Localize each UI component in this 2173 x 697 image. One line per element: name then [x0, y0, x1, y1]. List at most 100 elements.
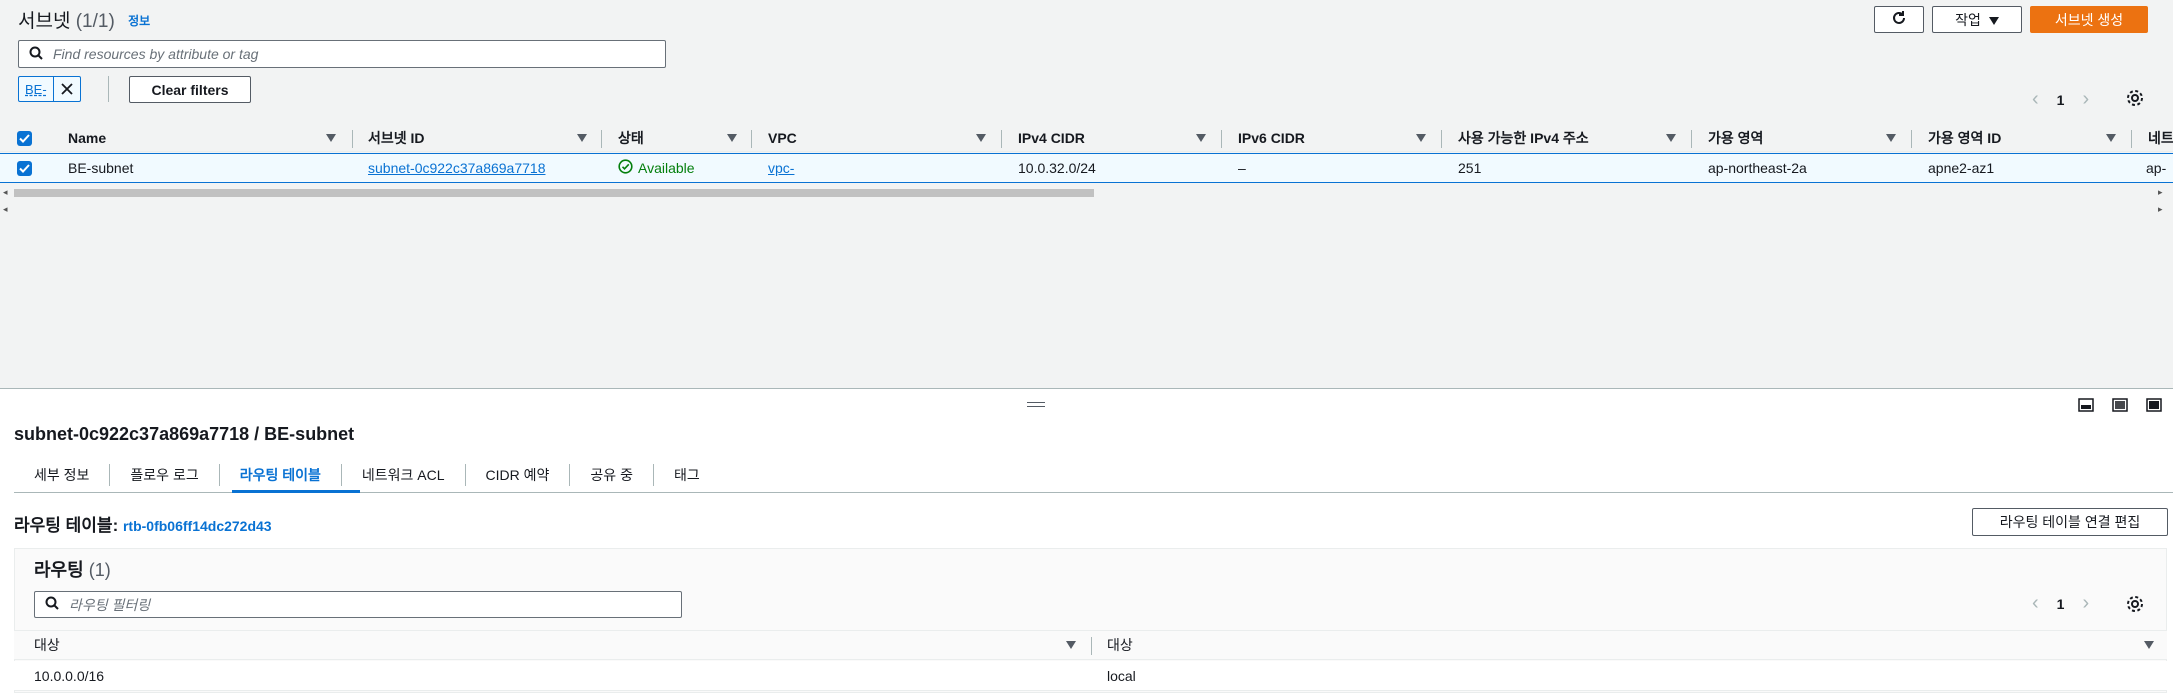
next-page-icon[interactable]: › [2082, 592, 2089, 615]
cell-target: local [1107, 668, 1136, 684]
cell-ipv6-cidr: – [1238, 160, 1246, 176]
prev-page-icon[interactable]: ‹ [2032, 88, 2039, 111]
selection-count: (1/1) [75, 11, 115, 32]
column-separator[interactable] [1091, 637, 1092, 655]
refresh-icon [1891, 10, 1907, 29]
clear-filters-button[interactable]: Clear filters [129, 76, 251, 103]
column-header-subnet-id[interactable]: 서브넷 ID [368, 124, 425, 152]
column-header-ipv4-cidr[interactable]: IPv4 CIDR [1018, 124, 1085, 152]
edit-route-table-association-button[interactable]: 라우팅 테이블 연결 편집 [1972, 508, 2168, 536]
split-full-icon[interactable] [2146, 398, 2162, 415]
sort-icon[interactable] [326, 134, 336, 142]
routes-title-text: 라우팅 [34, 560, 84, 580]
detail-title: subnet-0c922c37a869a7718 / BE-subnet [14, 424, 355, 444]
filter-divider [108, 76, 109, 102]
sort-icon[interactable] [2144, 641, 2154, 649]
route-table-id-link[interactable]: rtb-0fb06ff14dc272d43 [123, 518, 272, 534]
vpc-link-text[interactable]: vpc- [768, 160, 794, 176]
column-separator[interactable] [352, 130, 353, 148]
sort-icon[interactable] [1196, 134, 1206, 142]
table-settings-icon[interactable] [2125, 88, 2145, 111]
actions-dropdown-button[interactable]: 작업 [1932, 6, 2022, 33]
prev-page-icon[interactable]: ‹ [2032, 592, 2039, 615]
page-title-text: 서브넷 [18, 11, 71, 32]
column-header-name[interactable]: Name [68, 124, 106, 152]
column-header-az[interactable]: 가용 영역 [1708, 124, 1763, 152]
tab-sharing[interactable]: 공유 중 [570, 464, 654, 486]
sort-icon[interactable] [2106, 134, 2116, 142]
routes-title: 라우팅 (1) [34, 556, 111, 582]
tab-flow-logs[interactable]: 플로우 로그 [110, 464, 220, 486]
column-header-state[interactable]: 상태 [618, 124, 644, 152]
column-separator[interactable] [751, 130, 752, 148]
column-header-network[interactable]: 네트 [2148, 124, 2173, 152]
info-link[interactable]: 정보 [128, 14, 150, 28]
cell-subnet-id-link[interactable]: subnet-0c922c37a869a7718 [368, 154, 546, 182]
caret-down-icon [1988, 12, 1999, 28]
scrollbar-thumb[interactable] [14, 189, 1094, 197]
column-separator[interactable] [1911, 130, 1912, 148]
cell-destination: 10.0.0.0/16 [34, 668, 105, 684]
create-subnet-button[interactable]: 서브넷 생성 [2030, 6, 2148, 33]
remove-filter-icon[interactable] [54, 77, 80, 101]
routes-count: (1) [88, 560, 111, 580]
cell-ipv4-cidr: 10.0.32.0/24 [1018, 160, 1096, 176]
column-separator[interactable] [1221, 130, 1222, 148]
route-filter-placeholder: 라우팅 필터링 [69, 596, 151, 613]
sort-icon[interactable] [727, 134, 737, 142]
column-header-available-ipv4[interactable]: 사용 가능한 IPv4 주소 [1458, 124, 1589, 152]
resource-search-input[interactable]: Find resources by attribute or tag [18, 40, 666, 68]
page-number[interactable]: 1 [2057, 92, 2065, 108]
cell-vpc-link[interactable]: vpc- [768, 154, 988, 182]
search-icon [45, 596, 59, 613]
column-header-az-id[interactable]: 가용 영역 ID [1928, 124, 2001, 152]
filter-token[interactable]: BE- [18, 76, 81, 102]
table-row[interactable]: BE-subnet subnet-0c922c37a869a7718 Avail… [0, 153, 2173, 183]
split-side-icon[interactable] [2112, 398, 2128, 415]
horizontal-scrollbar[interactable]: ◂ ▸ [0, 186, 2173, 200]
status-text: Available [638, 160, 695, 176]
tab-details[interactable]: 세부 정보 [14, 464, 111, 486]
route-table-label: 라우팅 테이블: [14, 516, 119, 535]
filter-token-label: BE- [19, 77, 54, 101]
sort-icon[interactable] [1416, 134, 1426, 142]
refresh-button[interactable] [1874, 6, 1924, 33]
cell-az-id: apne2-az1 [1928, 160, 1995, 176]
sort-icon[interactable] [1886, 134, 1896, 142]
column-separator[interactable] [2131, 130, 2132, 148]
select-all-checkbox[interactable] [17, 124, 32, 152]
sort-icon[interactable] [976, 134, 986, 142]
column-header-ipv6-cidr[interactable]: IPv6 CIDR [1238, 124, 1305, 152]
column-separator[interactable] [1691, 130, 1692, 148]
resize-handle-icon[interactable] [1027, 402, 1045, 407]
sort-icon[interactable] [1066, 641, 1076, 649]
routes-settings-icon[interactable] [2125, 594, 2145, 617]
tab-cidr-reservations[interactable]: CIDR 예약 [466, 464, 571, 486]
tab-network-acl[interactable]: 네트워크 ACL [342, 464, 466, 486]
column-header-vpc[interactable]: VPC [768, 124, 797, 152]
column-header-target[interactable]: 대상 [1107, 631, 1133, 659]
active-tab-indicator [232, 490, 360, 493]
sort-icon[interactable] [1666, 134, 1676, 142]
scroll-left-icon-2[interactable]: ◂ [3, 204, 8, 215]
scroll-right-icon-2[interactable]: ▸ [2158, 204, 2163, 215]
column-separator[interactable] [1441, 130, 1442, 148]
pagination: ‹ 1 › [2032, 88, 2089, 111]
column-separator[interactable] [1001, 130, 1002, 148]
row-checkbox[interactable] [17, 154, 32, 182]
column-separator[interactable] [601, 130, 602, 148]
scroll-right-icon[interactable]: ▸ [2158, 187, 2163, 198]
column-header-destination[interactable]: 대상 [34, 631, 60, 659]
tab-route-table[interactable]: 라우팅 테이블 [220, 464, 342, 486]
page-title: 서브넷 (1/1) 정보 [18, 6, 150, 33]
actions-label: 작업 [1955, 11, 1981, 28]
split-bottom-icon[interactable] [2078, 398, 2094, 415]
detail-tabs: 세부 정보 플로우 로그 라우팅 테이블 네트워크 ACL CIDR 예약 공유… [14, 458, 720, 492]
scroll-left-icon[interactable]: ◂ [3, 187, 8, 198]
page-number[interactable]: 1 [2057, 596, 2065, 612]
sort-icon[interactable] [577, 134, 587, 142]
tab-tags[interactable]: 태그 [654, 464, 720, 486]
next-page-icon[interactable]: › [2082, 88, 2089, 111]
cell-name: BE-subnet [68, 160, 134, 176]
route-filter-input[interactable]: 라우팅 필터링 [34, 591, 682, 618]
